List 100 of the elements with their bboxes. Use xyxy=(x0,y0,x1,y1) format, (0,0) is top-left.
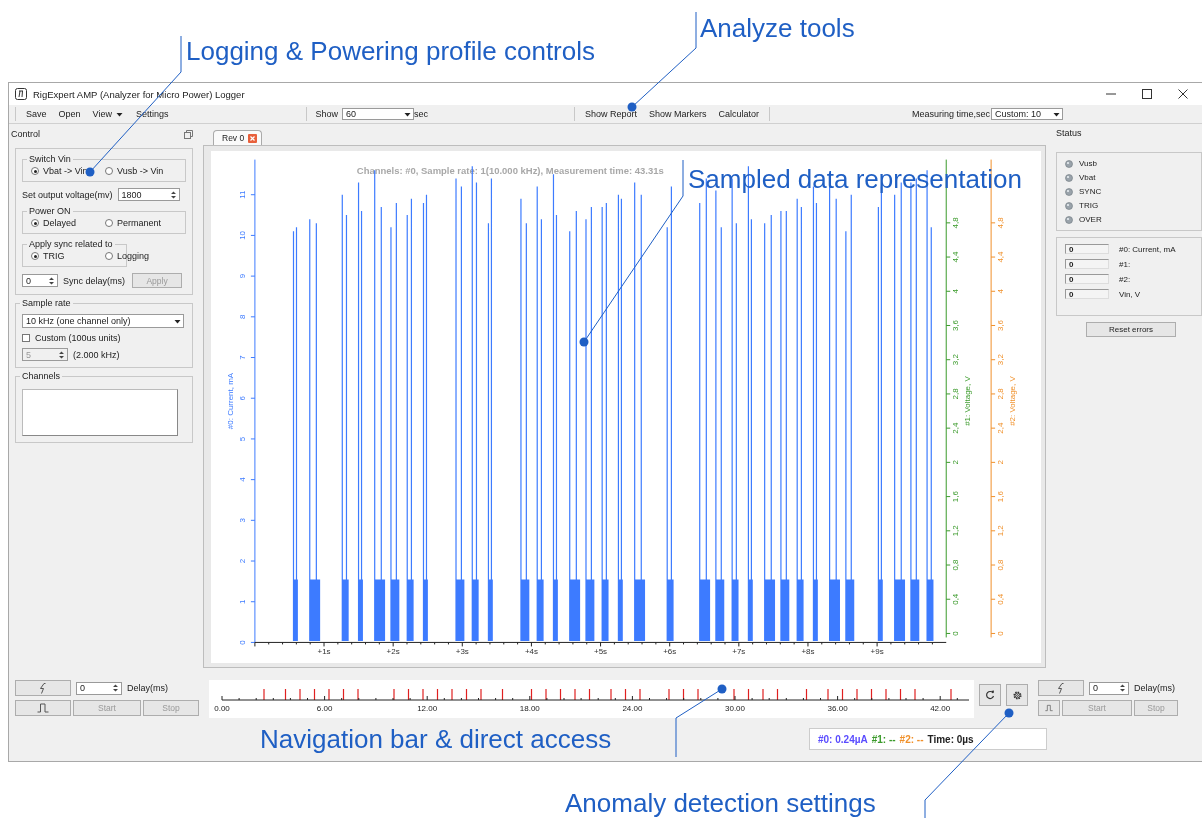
event-marker[interactable] xyxy=(436,688,439,701)
radio-option[interactable]: Permanent xyxy=(105,218,165,228)
event-marker[interactable] xyxy=(610,688,612,701)
event-marker[interactable] xyxy=(574,688,576,701)
axis-tick-label: 4,8 xyxy=(951,217,961,229)
axis-title: #1: Voltage, V xyxy=(963,376,973,426)
axis-tick-label: 30.00 xyxy=(725,704,745,713)
event-marker[interactable] xyxy=(299,688,301,701)
axis-tick-label: 2 xyxy=(951,460,961,465)
refresh-button[interactable] xyxy=(979,684,1001,706)
event-marker[interactable] xyxy=(465,688,468,701)
event-marker[interactable] xyxy=(668,688,670,701)
axis-tick-label: 9 xyxy=(237,273,247,279)
radio-option[interactable]: Logging xyxy=(105,251,165,261)
event-marker[interactable] xyxy=(914,688,916,701)
event-marker[interactable] xyxy=(451,688,453,701)
event-marker[interactable] xyxy=(733,688,735,701)
event-marker[interactable] xyxy=(422,688,424,701)
toolbar-button[interactable]: Show Report xyxy=(582,109,639,119)
event-marker[interactable] xyxy=(950,688,952,701)
navigation-bar[interactable]: 0.00 6.00 12.00 18.00 24.00 30.00 36.00 42.00 xyxy=(209,680,974,718)
event-marker[interactable] xyxy=(762,688,764,701)
event-marker[interactable] xyxy=(407,688,410,701)
menu-item[interactable]: View xyxy=(90,109,126,119)
axis-tick-label: 2,4 xyxy=(996,422,1006,434)
event-marker[interactable] xyxy=(357,688,359,701)
axis-tick-label: 18.00 xyxy=(519,704,540,713)
event-marker[interactable] xyxy=(328,688,330,701)
event-marker[interactable] xyxy=(827,688,829,701)
event-marker[interactable] xyxy=(639,688,641,701)
number-field[interactable]: 0 xyxy=(1089,681,1129,695)
event-marker[interactable] xyxy=(393,688,395,701)
tab[interactable]: Rev 0 xyxy=(213,130,263,145)
axis-tick-label: 0,4 xyxy=(951,593,961,605)
event-marker[interactable] xyxy=(559,688,562,701)
pulse-icon xyxy=(37,703,49,713)
number-field[interactable]: 0 xyxy=(76,681,122,695)
toolbar-button[interactable]: Show Markers xyxy=(647,109,709,119)
event-marker[interactable] xyxy=(899,688,902,701)
event-marker[interactable] xyxy=(805,688,808,701)
readout-field: 0 xyxy=(1065,244,1109,254)
axis-tick-label: +6s xyxy=(663,647,677,657)
event-marker[interactable] xyxy=(747,688,750,701)
callout-text: Logging & Powering profile controls xyxy=(186,36,596,66)
led-label: OVER xyxy=(1079,215,1102,224)
menu-item[interactable]: Save xyxy=(24,109,49,119)
event-marker[interactable] xyxy=(480,688,482,701)
axis-tick-label: 42.00 xyxy=(930,704,951,713)
led-label: SYNC xyxy=(1079,187,1102,196)
channel-list[interactable] xyxy=(22,389,178,436)
panel-title: Status xyxy=(1056,128,1083,138)
panel-title: Control xyxy=(11,129,40,139)
settings-button[interactable] xyxy=(1006,684,1028,706)
checkbox-option[interactable]: Custom (100us units) xyxy=(22,333,186,343)
event-marker[interactable] xyxy=(284,688,287,701)
event-marker[interactable] xyxy=(682,688,685,701)
event-marker[interactable] xyxy=(313,688,316,701)
number-field[interactable]: 1800 xyxy=(117,188,180,201)
spin-arrows-icon xyxy=(47,275,56,286)
event-marker[interactable] xyxy=(624,688,627,701)
dropdown[interactable]: 60 xyxy=(341,108,414,120)
axis-tick-label: +3s xyxy=(455,647,469,657)
close-icon[interactable] xyxy=(1178,89,1188,99)
menu-item[interactable]: Open xyxy=(56,109,83,119)
event-marker[interactable] xyxy=(263,688,265,701)
event-marker[interactable] xyxy=(588,688,591,701)
event-marker[interactable] xyxy=(870,688,873,701)
status-text: #1: -- xyxy=(871,733,896,745)
axis-tick-label: 5 xyxy=(237,436,247,442)
reset-errors-button[interactable]: Reset errors xyxy=(1086,322,1176,337)
number-field[interactable]: 0 xyxy=(22,274,58,287)
radio-option[interactable]: Delayed xyxy=(31,218,91,228)
maximize-icon[interactable] xyxy=(1142,89,1152,99)
axis-tick-label: 0.00 xyxy=(214,704,230,713)
axis-tick-label: 24.00 xyxy=(622,704,643,713)
event-marker[interactable] xyxy=(342,688,345,701)
status-text: Time: 0µs xyxy=(927,733,974,745)
event-marker[interactable] xyxy=(841,688,844,701)
axis-tick-label: 3,6 xyxy=(996,319,1006,332)
axis-tick-label: 3,2 xyxy=(996,354,1006,366)
toolbar-button[interactable]: Calculator xyxy=(716,109,762,119)
event-marker[interactable] xyxy=(885,688,887,701)
readout-label: #2: xyxy=(1119,274,1131,284)
dropdown[interactable]: Custom: 10 xyxy=(991,108,1064,120)
event-marker[interactable] xyxy=(501,688,504,701)
pulse-icon xyxy=(1045,703,1053,713)
readout-field: 0 xyxy=(1065,259,1109,269)
axis-tick-label: 4 xyxy=(951,289,961,294)
event-marker[interactable] xyxy=(545,688,547,701)
radio-option[interactable]: TRIG xyxy=(31,251,91,261)
callout-text: Navigation bar & direct access xyxy=(260,724,612,754)
event-marker[interactable] xyxy=(856,688,858,701)
axis-tick-label: +1s xyxy=(317,647,331,657)
dropdown[interactable]: 10 kHz (one channel only) xyxy=(22,314,184,328)
event-marker[interactable] xyxy=(776,688,779,701)
restore-icon[interactable] xyxy=(184,129,193,139)
event-marker[interactable] xyxy=(530,688,533,701)
axis-tick-label: 0 xyxy=(951,631,961,636)
radio-option[interactable]: Vusb -> Vin xyxy=(105,166,165,176)
event-marker[interactable] xyxy=(697,688,699,701)
